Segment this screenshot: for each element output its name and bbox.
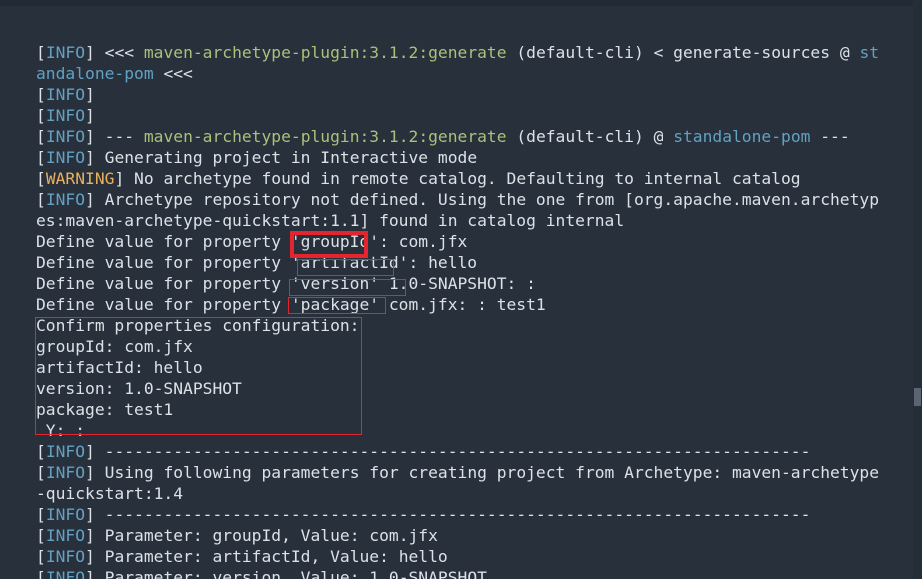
terminal-line: [INFO] Generating project in Interactive… bbox=[36, 147, 879, 168]
terminal-line: es:maven-archetype-quickstart:1.1] found… bbox=[36, 210, 879, 231]
terminal-text-bracket: [ bbox=[36, 526, 46, 545]
terminal-text-bracket: ] bbox=[85, 85, 95, 104]
terminal-text-bracket: ] --------------------------------------… bbox=[85, 442, 811, 461]
terminal-text-bracket: ] Generating project in Interactive mode bbox=[85, 148, 478, 167]
terminal-line: [INFO] Parameter: version, Value: 1.0-SN… bbox=[36, 567, 879, 579]
terminal-line: [INFO] ---------------------------------… bbox=[36, 441, 879, 462]
terminal-text-plugin: maven-archetype-plugin:3.1.2:generate bbox=[143, 127, 507, 146]
terminal-text-bracket: ] bbox=[85, 106, 95, 125]
terminal-text-bracket: package: test1 bbox=[36, 400, 174, 419]
terminal-text-bracket: ] Archetype repository not defined. Usin… bbox=[85, 190, 880, 209]
terminal-line: [INFO] <<< maven-archetype-plugin:3.1.2:… bbox=[36, 42, 879, 63]
terminal-text-bracket: (default-cli) < generate-sources @ bbox=[506, 43, 860, 62]
terminal-line: [INFO] ---------------------------------… bbox=[36, 504, 879, 525]
terminal-line: [INFO] --- maven-archetype-plugin:3.1.2:… bbox=[36, 126, 879, 147]
terminal-text-pom: st bbox=[859, 43, 880, 62]
terminal-line: Confirm properties configuration: bbox=[36, 315, 879, 336]
terminal-text-bracket: ] Parameter: artifactId, Value: hello bbox=[85, 547, 448, 566]
vertical-scrollbar[interactable] bbox=[913, 0, 922, 579]
terminal-text-bracket: groupId: com.jfx bbox=[36, 337, 193, 356]
terminal-line: andalone-pom <<< bbox=[36, 63, 879, 84]
title-strip bbox=[0, 0, 922, 6]
terminal-text-bracket: [ bbox=[36, 547, 46, 566]
terminal-line: Define value for property 'version' 1.0-… bbox=[36, 273, 879, 294]
terminal-text-bracket: Define value for property 'artifactId': … bbox=[36, 253, 478, 272]
terminal-line: [INFO] Using following parameters for cr… bbox=[36, 462, 879, 483]
terminal-text-info: INFO bbox=[45, 547, 86, 566]
terminal-text-info: INFO bbox=[45, 568, 86, 579]
terminal-line: [INFO] bbox=[36, 105, 879, 126]
terminal-line: [INFO] bbox=[36, 84, 879, 105]
terminal-text-bracket: [ bbox=[36, 463, 46, 482]
terminal-text-bracket: [ bbox=[36, 127, 46, 146]
terminal-text-bracket: artifactId: hello bbox=[36, 358, 203, 377]
terminal-text-info: INFO bbox=[45, 127, 86, 146]
terminal-text-bracket: ] Parameter: groupId, Value: com.jfx bbox=[85, 526, 438, 545]
terminal-text-bracket: version: 1.0-SNAPSHOT bbox=[36, 379, 242, 398]
terminal-text-info: INFO bbox=[45, 43, 86, 62]
terminal-text-bracket: ] --- bbox=[85, 127, 144, 146]
terminal-text-bracket: ] Using following parameters for creatin… bbox=[85, 463, 880, 482]
terminal-line: [INFO] Parameter: groupId, Value: com.jf… bbox=[36, 525, 879, 546]
terminal-line: version: 1.0-SNAPSHOT bbox=[36, 378, 879, 399]
terminal-text-bracket: ] <<< bbox=[85, 43, 144, 62]
terminal-text-bracket: <<< bbox=[153, 64, 193, 83]
terminal-text-info: INFO bbox=[45, 190, 86, 209]
terminal-text-bracket: ] No archetype found in remote catalog. … bbox=[114, 169, 801, 188]
terminal-text-bracket: Y: : bbox=[36, 421, 86, 440]
terminal-text-info: INFO bbox=[45, 106, 86, 125]
terminal-line: groupId: com.jfx bbox=[36, 336, 879, 357]
terminal-text-info: INFO bbox=[45, 505, 86, 524]
terminal-line: -quickstart:1.4 bbox=[36, 483, 879, 504]
terminal-text-warning: WARNING bbox=[45, 169, 115, 188]
terminal-text-bracket: Define value for property 'package' com.… bbox=[36, 295, 546, 314]
terminal-text-info: INFO bbox=[45, 85, 86, 104]
terminal-text-pom: standalone-pom bbox=[673, 127, 811, 146]
terminal-text-bracket: [ bbox=[36, 169, 46, 188]
terminal-text-bracket: Confirm properties configuration: bbox=[36, 316, 360, 335]
terminal-line: package: test1 bbox=[36, 399, 879, 420]
terminal-line: Define value for property 'groupId': com… bbox=[36, 231, 879, 252]
terminal-window[interactable]: [INFO] <<< maven-archetype-plugin:3.1.2:… bbox=[0, 0, 922, 579]
terminal-text-bracket: [ bbox=[36, 568, 46, 579]
terminal-text-info: INFO bbox=[45, 463, 86, 482]
terminal-line: [WARNING] No archetype found in remote c… bbox=[36, 168, 879, 189]
terminal-text-plugin: maven-archetype-plugin:3.1.2:generate bbox=[143, 43, 507, 62]
terminal-line: [INFO] Parameter: artifactId, Value: hel… bbox=[36, 546, 879, 567]
terminal-text-info: INFO bbox=[45, 526, 86, 545]
terminal-text-bracket: --- bbox=[810, 127, 850, 146]
terminal-output[interactable]: [INFO] <<< maven-archetype-plugin:3.1.2:… bbox=[36, 42, 879, 579]
terminal-text-pom: andalone-pom bbox=[36, 64, 154, 83]
terminal-line: Y: : bbox=[36, 420, 879, 441]
terminal-text-bracket: (default-cli) @ bbox=[506, 127, 674, 146]
terminal-text-bracket: ] Parameter: version, Value: 1.0-SNAPSHO… bbox=[85, 568, 487, 579]
terminal-line: Define value for property 'package' com.… bbox=[36, 294, 879, 315]
terminal-line: Define value for property 'artifactId': … bbox=[36, 252, 879, 273]
terminal-text-bracket: Define value for property 'version' 1.0-… bbox=[36, 274, 536, 293]
terminal-text-bracket: -quickstart:1.4 bbox=[36, 484, 184, 503]
terminal-text-info: INFO bbox=[45, 442, 86, 461]
terminal-line: [INFO] Archetype repository not defined.… bbox=[36, 189, 879, 210]
terminal-text-bracket: [ bbox=[36, 43, 46, 62]
terminal-text-bracket: [ bbox=[36, 505, 46, 524]
terminal-text-bracket: [ bbox=[36, 148, 46, 167]
terminal-text-bracket: [ bbox=[36, 442, 46, 461]
terminal-text-bracket: [ bbox=[36, 85, 46, 104]
scrollbar-thumb[interactable] bbox=[914, 388, 921, 406]
terminal-text-bracket: [ bbox=[36, 106, 46, 125]
terminal-line: artifactId: hello bbox=[36, 357, 879, 378]
terminal-text-bracket: ] --------------------------------------… bbox=[85, 505, 811, 524]
terminal-text-bracket: Define value for property 'groupId': com… bbox=[36, 232, 468, 251]
terminal-text-bracket: es:maven-archetype-quickstart:1.1] found… bbox=[36, 211, 625, 230]
terminal-text-bracket: [ bbox=[36, 190, 46, 209]
terminal-text-info: INFO bbox=[45, 148, 86, 167]
